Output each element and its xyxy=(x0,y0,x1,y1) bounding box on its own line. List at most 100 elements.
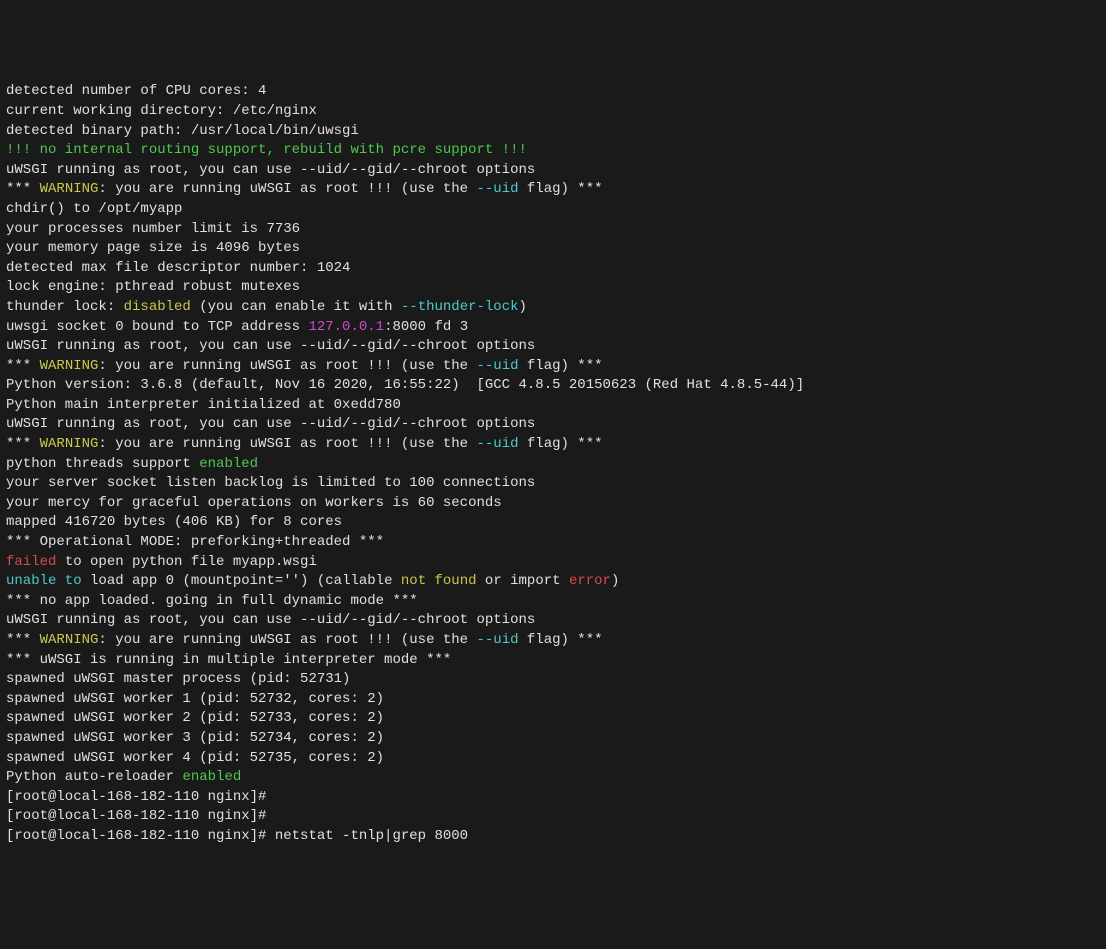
terminal-text-segment: unable to xyxy=(6,573,82,589)
terminal-text-segment: !!! no internal routing support, rebuild… xyxy=(6,142,527,158)
terminal-text-segment: --uid xyxy=(476,436,518,452)
terminal-text-segment: : you are running uWSGI as root !!! (use… xyxy=(98,632,476,648)
terminal-line: *** WARNING: you are running uWSGI as ro… xyxy=(6,357,1100,377)
terminal-text-segment: uwsgi socket 0 bound to TCP address xyxy=(6,319,308,335)
terminal-text-segment: enabled xyxy=(182,769,241,785)
terminal-text-segment: to open python file myapp.wsgi xyxy=(56,554,316,570)
terminal-line: uwsgi socket 0 bound to TCP address 127.… xyxy=(6,318,1100,338)
terminal-line: lock engine: pthread robust mutexes xyxy=(6,278,1100,298)
terminal-line: [root@local-168-182-110 nginx]# netstat … xyxy=(6,827,1100,847)
terminal-line: spawned uWSGI master process (pid: 52731… xyxy=(6,670,1100,690)
terminal-line: your processes number limit is 7736 xyxy=(6,220,1100,240)
terminal-line: your server socket listen backlog is lim… xyxy=(6,474,1100,494)
terminal-text-segment: WARNING xyxy=(40,632,99,648)
terminal-text-segment: spawned uWSGI worker 1 (pid: 52732, core… xyxy=(6,691,384,707)
terminal-text-segment: --uid xyxy=(476,632,518,648)
terminal-line: chdir() to /opt/myapp xyxy=(6,200,1100,220)
terminal-text-segment: spawned uWSGI worker 2 (pid: 52733, core… xyxy=(6,710,384,726)
terminal-text-segment: detected binary path: /usr/local/bin/uws… xyxy=(6,123,359,139)
terminal-line: uWSGI running as root, you can use --uid… xyxy=(6,161,1100,181)
terminal-line: spawned uWSGI worker 2 (pid: 52733, core… xyxy=(6,709,1100,729)
terminal-line: python threads support enabled xyxy=(6,455,1100,475)
terminal-text-segment: Python auto-reloader xyxy=(6,769,182,785)
terminal-line: detected number of CPU cores: 4 xyxy=(6,82,1100,102)
terminal-line: uWSGI running as root, you can use --uid… xyxy=(6,337,1100,357)
terminal-text-segment: failed xyxy=(6,554,56,570)
terminal-text-segment: *** xyxy=(6,358,40,374)
terminal-text-segment: uWSGI running as root, you can use --uid… xyxy=(6,338,535,354)
terminal-text-segment: *** xyxy=(6,181,40,197)
terminal-text-segment: :8000 fd 3 xyxy=(384,319,468,335)
terminal-line: your mercy for graceful operations on wo… xyxy=(6,494,1100,514)
terminal-line: unable to load app 0 (mountpoint='') (ca… xyxy=(6,572,1100,592)
terminal-output: { "lines": [ {"segs":[{"t":"detected num… xyxy=(0,0,1106,949)
terminal-text-segment: --thunder-lock xyxy=(401,299,519,315)
terminal-text-segment: disabled xyxy=(124,299,191,315)
terminal-line: *** no app loaded. going in full dynamic… xyxy=(6,592,1100,612)
terminal-text-segment: uWSGI running as root, you can use --uid… xyxy=(6,162,535,178)
terminal-text-segment: flag) *** xyxy=(519,358,603,374)
terminal-text-segment: 127.0.0.1 xyxy=(308,319,384,335)
terminal-text-segment: [root@local-168-182-110 nginx]# netstat … xyxy=(6,828,468,844)
terminal-text-segment: Python main interpreter initialized at 0… xyxy=(6,397,401,413)
terminal-line: *** Operational MODE: preforking+threade… xyxy=(6,533,1100,553)
terminal-text-segment: your mercy for graceful operations on wo… xyxy=(6,495,502,511)
terminal-text-segment: [root@local-168-182-110 nginx]# xyxy=(6,789,266,805)
terminal-line: current working directory: /etc/nginx xyxy=(6,102,1100,122)
terminal-text-segment: [root@local-168-182-110 nginx]# xyxy=(6,808,266,824)
terminal-line: !!! no internal routing support, rebuild… xyxy=(6,141,1100,161)
terminal-line: [root@local-168-182-110 nginx]# xyxy=(6,788,1100,808)
terminal-text-segment: enabled xyxy=(199,456,258,472)
terminal-text-segment: flag) *** xyxy=(519,632,603,648)
terminal-text-segment: ) xyxy=(611,573,619,589)
terminal-line: failed to open python file myapp.wsgi xyxy=(6,553,1100,573)
terminal-line: detected binary path: /usr/local/bin/uws… xyxy=(6,122,1100,142)
terminal-line: *** WARNING: you are running uWSGI as ro… xyxy=(6,631,1100,651)
terminal-line: spawned uWSGI worker 3 (pid: 52734, core… xyxy=(6,729,1100,749)
terminal-line: [root@local-168-182-110 nginx]# xyxy=(6,807,1100,827)
terminal-text-segment: detected max file descriptor number: 102… xyxy=(6,260,350,276)
terminal-text-segment: current working directory: /etc/nginx xyxy=(6,103,317,119)
terminal-text-segment: mapped 416720 bytes (406 KB) for 8 cores xyxy=(6,514,342,530)
terminal-text-segment: lock engine: pthread robust mutexes xyxy=(6,279,300,295)
terminal-text-segment: your processes number limit is 7736 xyxy=(6,221,300,237)
terminal-text-segment: load app 0 (mountpoint='') (callable xyxy=(82,573,401,589)
terminal-text-segment: your server socket listen backlog is lim… xyxy=(6,475,535,491)
terminal-text-segment: detected number of CPU cores: 4 xyxy=(6,83,266,99)
terminal-text-segment: *** uWSGI is running in multiple interpr… xyxy=(6,652,451,668)
terminal-text-segment: python threads support xyxy=(6,456,199,472)
terminal-text-segment: error xyxy=(569,573,611,589)
terminal-text-segment: Python version: 3.6.8 (default, Nov 16 2… xyxy=(6,377,804,393)
terminal-text-segment: uWSGI running as root, you can use --uid… xyxy=(6,416,535,432)
terminal-line: Python main interpreter initialized at 0… xyxy=(6,396,1100,416)
terminal-line: your memory page size is 4096 bytes xyxy=(6,239,1100,259)
terminal-line: *** WARNING: you are running uWSGI as ro… xyxy=(6,180,1100,200)
terminal-text-segment: WARNING xyxy=(40,436,99,452)
terminal-line: detected max file descriptor number: 102… xyxy=(6,259,1100,279)
terminal-line: uWSGI running as root, you can use --uid… xyxy=(6,611,1100,631)
terminal-text-segment: flag) *** xyxy=(519,181,603,197)
terminal-line: spawned uWSGI worker 4 (pid: 52735, core… xyxy=(6,749,1100,769)
terminal-text-segment: spawned uWSGI master process (pid: 52731… xyxy=(6,671,350,687)
terminal-text-segment: flag) *** xyxy=(519,436,603,452)
terminal-text-segment: WARNING xyxy=(40,358,99,374)
terminal-text-segment: *** xyxy=(6,632,40,648)
terminal-line: Python version: 3.6.8 (default, Nov 16 2… xyxy=(6,376,1100,396)
terminal-text-segment: *** Operational MODE: preforking+threade… xyxy=(6,534,384,550)
terminal-text-segment: (you can enable it with xyxy=(191,299,401,315)
terminal-line: *** WARNING: you are running uWSGI as ro… xyxy=(6,435,1100,455)
terminal-text-segment: WARNING xyxy=(40,181,99,197)
terminal-line: thunder lock: disabled (you can enable i… xyxy=(6,298,1100,318)
terminal-line: uWSGI running as root, you can use --uid… xyxy=(6,415,1100,435)
terminal-lines: detected number of CPU cores: 4 current w… xyxy=(6,82,1100,846)
terminal-text-segment: thunder lock: xyxy=(6,299,124,315)
terminal-text-segment: spawned uWSGI worker 3 (pid: 52734, core… xyxy=(6,730,384,746)
terminal-line: Python auto-reloader enabled xyxy=(6,768,1100,788)
terminal-text-segment: *** xyxy=(6,436,40,452)
terminal-line: spawned uWSGI worker 1 (pid: 52732, core… xyxy=(6,690,1100,710)
terminal-line: *** uWSGI is running in multiple interpr… xyxy=(6,651,1100,671)
terminal-text-segment: spawned uWSGI worker 4 (pid: 52735, core… xyxy=(6,750,384,766)
terminal-text-segment: your memory page size is 4096 bytes xyxy=(6,240,300,256)
terminal-text-segment: : you are running uWSGI as root !!! (use… xyxy=(98,181,476,197)
terminal-text-segment: --uid xyxy=(476,358,518,374)
